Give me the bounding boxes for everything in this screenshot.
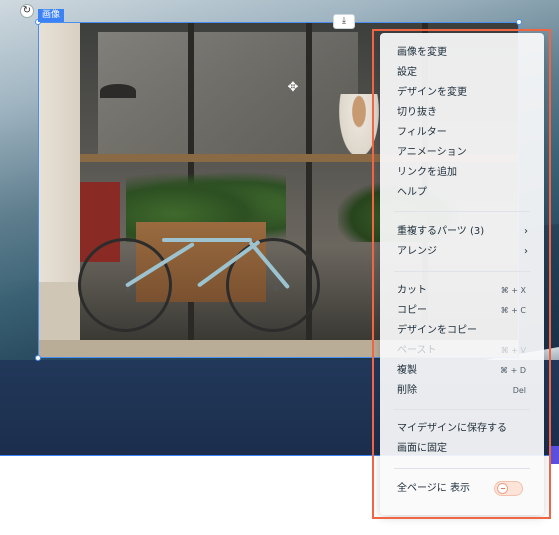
shortcut-hint: ⌘ + X	[500, 286, 526, 295]
photo-reflection	[98, 32, 358, 162]
rotate-icon[interactable]: ↻	[20, 4, 34, 18]
menu-separator	[394, 271, 530, 272]
chevron-right-icon: ›	[524, 226, 528, 237]
shortcut-hint: ⌘ + C	[500, 306, 526, 315]
menu-item-label: フィルター	[397, 127, 447, 138]
shortcut-hint: Del	[512, 386, 526, 395]
menu-item-change-design[interactable]: デザインを変更	[397, 85, 530, 101]
menu-item-overlapping-parts[interactable]: 重複するパーツ (3) ›	[397, 224, 530, 240]
menu-item-label: コピー	[397, 305, 427, 316]
toggle-knob	[497, 483, 508, 494]
menu-item-label: 設定	[397, 67, 417, 78]
menu-item-label: 削除	[397, 385, 417, 396]
download-icon[interactable]: ⤓	[333, 14, 355, 29]
menu-item-label: 重複するパーツ (3)	[397, 226, 485, 237]
menu-item-label: 複製	[397, 365, 417, 376]
shortcut-hint: ⌘ + V	[500, 346, 526, 355]
resize-handle-top-right[interactable]	[516, 19, 522, 25]
menu-item-label: ペースト	[397, 345, 437, 356]
menu-item-label: 画面に固定	[397, 443, 447, 454]
menu-item-label: カット	[397, 285, 427, 296]
menu-item-animation[interactable]: アニメーション	[397, 145, 530, 161]
chevron-right-icon: ›	[524, 246, 528, 257]
menu-item-cut[interactable]: カット ⌘ + X	[397, 283, 530, 299]
menu-item-help[interactable]: ヘルプ	[397, 185, 530, 201]
menu-item-label: リンクを追加	[397, 167, 457, 178]
element-type-label: 画像	[38, 9, 65, 22]
side-panel-edge[interactable]	[551, 446, 559, 464]
menu-item-label: デザインをコピー	[397, 325, 477, 336]
menu-item-label: 切り抜き	[397, 107, 437, 118]
move-icon[interactable]: ✥	[286, 81, 300, 95]
shortcut-hint: ⌘ + D	[500, 366, 526, 375]
menu-separator	[394, 409, 530, 410]
resize-handle-bottom-left[interactable]	[35, 355, 41, 361]
menu-item-filter[interactable]: フィルター	[397, 125, 530, 141]
menu-item-label: 画像を変更	[397, 47, 447, 58]
menu-item-label: アニメーション	[397, 147, 467, 158]
menu-item-add-link[interactable]: リンクを追加	[397, 165, 530, 181]
menu-item-label: マイデザインに保存する	[397, 423, 507, 434]
menu-item-crop[interactable]: 切り抜き	[397, 105, 530, 121]
menu-item-label: アレンジ	[397, 246, 437, 257]
menu-item-arrange[interactable]: アレンジ ›	[397, 244, 530, 260]
menu-item-copy[interactable]: コピー ⌘ + C	[397, 303, 530, 319]
menu-item-pin-to-screen[interactable]: 画面に固定	[397, 441, 530, 457]
menu-separator	[394, 468, 530, 469]
menu-item-label: デザインを変更	[397, 87, 467, 98]
menu-item-paste: ペースト ⌘ + V	[397, 343, 530, 359]
bicycle-frame	[162, 238, 252, 242]
menu-item-duplicate[interactable]: 複製 ⌘ + D	[397, 363, 530, 379]
menu-item-delete[interactable]: 削除 Del	[397, 383, 530, 399]
menu-item-label: ヘルプ	[397, 187, 427, 198]
menu-item-settings[interactable]: 設定	[397, 65, 530, 81]
menu-item-copy-design[interactable]: デザインをコピー	[397, 323, 530, 339]
show-on-all-pages-toggle[interactable]	[494, 481, 523, 496]
menu-separator	[394, 211, 530, 212]
menu-item-label: 全ページに 表示	[397, 483, 470, 494]
context-menu: 画像を変更 設定 デザインを変更 切り抜き フィルター アニメーション リンクを…	[380, 33, 544, 515]
photo-lamp	[100, 84, 136, 98]
menu-item-save-to-my-designs[interactable]: マイデザインに保存する	[397, 421, 530, 437]
menu-item-change-image[interactable]: 画像を変更	[397, 45, 530, 61]
